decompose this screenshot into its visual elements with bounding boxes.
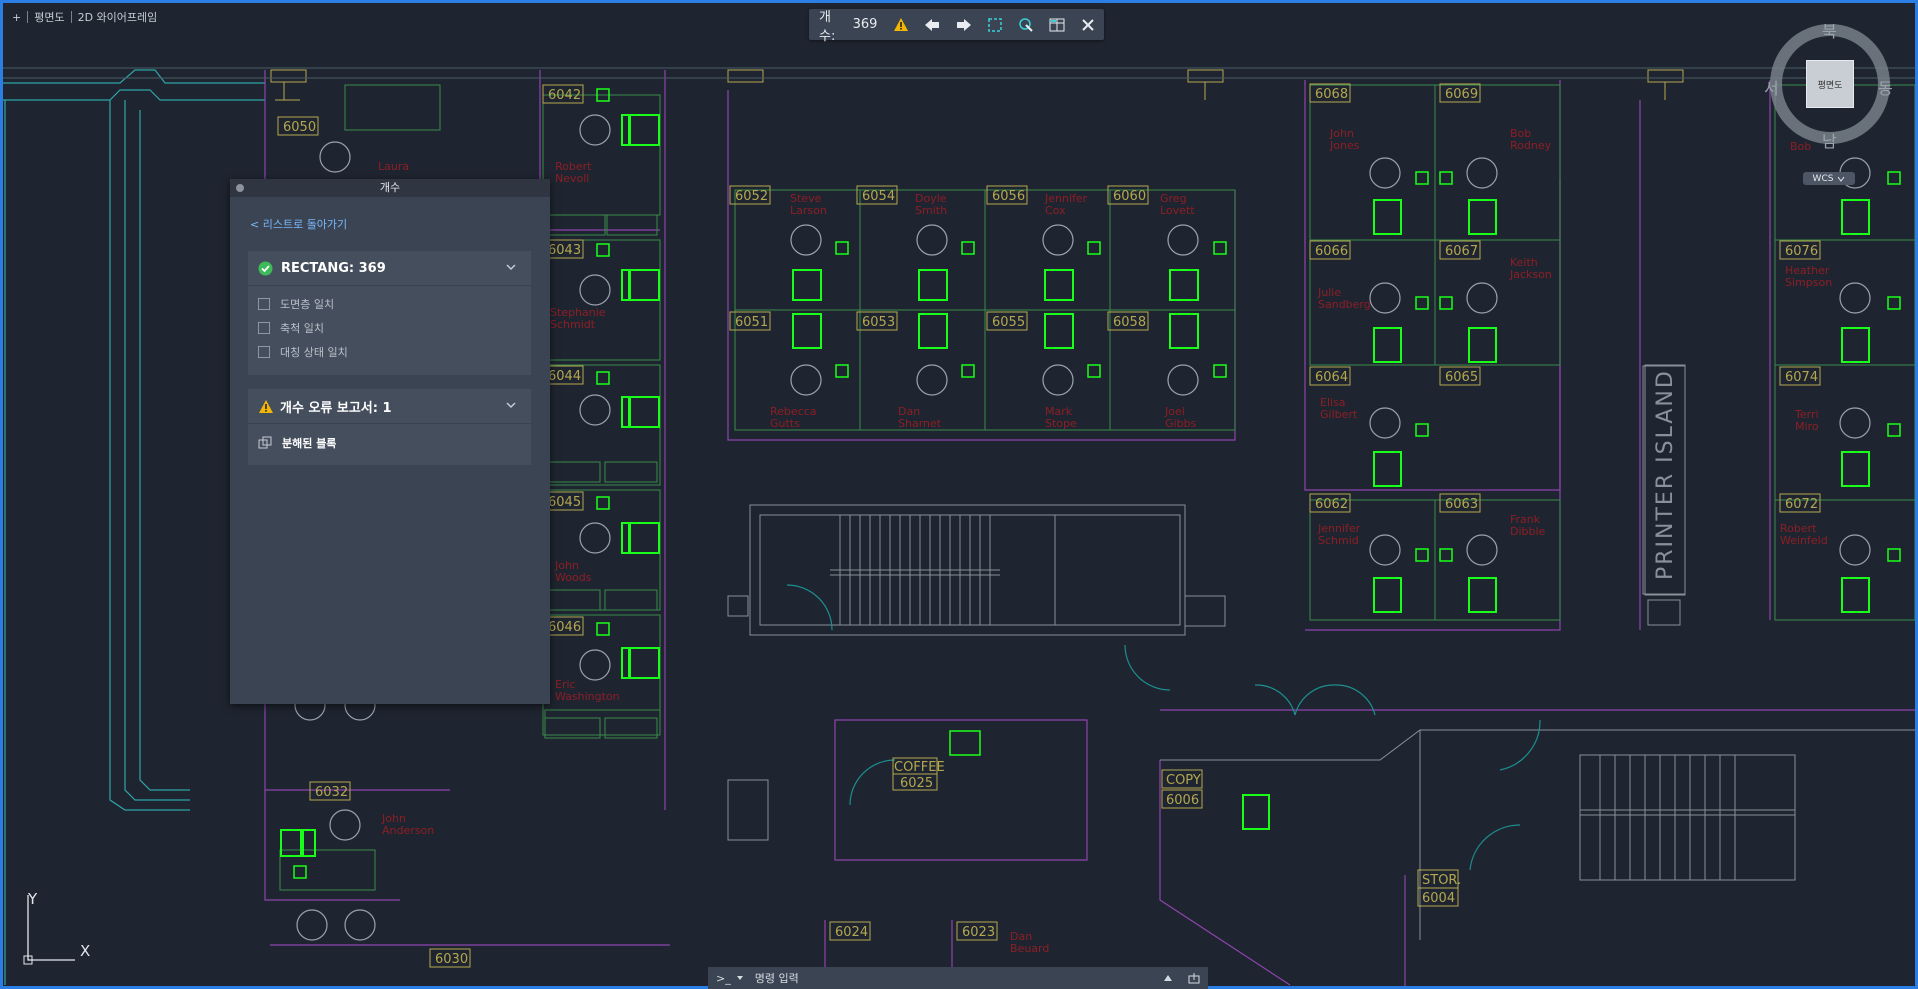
check-circle-icon xyxy=(258,261,273,275)
count-value: 369 xyxy=(852,17,878,32)
block-count-card: RECTANG: 369 도면층 일치 축척 일치 대칭 상태 일치 xyxy=(248,251,531,375)
insert-table-icon[interactable] xyxy=(1042,9,1073,40)
divider xyxy=(248,285,531,286)
exploded-block-icon xyxy=(258,436,272,449)
customize-icon[interactable] xyxy=(1188,972,1200,984)
layer-match-checkbox[interactable]: 도면층 일치 xyxy=(248,292,531,316)
checkbox-label: 도면층 일치 xyxy=(280,298,335,311)
block-count-label: RECTANG: 369 xyxy=(281,260,386,276)
checkbox-label: 축척 일치 xyxy=(280,322,324,335)
viewcube-face[interactable]: 평면도 xyxy=(1806,60,1854,108)
error-report-card: 개수 오류 보고서: 1 분해된 블록 xyxy=(248,389,531,465)
palette-titlebar[interactable]: 개수 xyxy=(230,179,550,197)
back-to-list-link[interactable]: < 리스트로 돌아가기 xyxy=(250,216,347,232)
checkbox[interactable] xyxy=(258,298,270,310)
checkbox[interactable] xyxy=(258,322,270,334)
error-report-header[interactable]: 개수 오류 보고서: 1 xyxy=(248,389,531,423)
checkbox[interactable] xyxy=(258,346,270,358)
palette-handle-icon[interactable] xyxy=(236,184,244,192)
wcs-menu[interactable]: WCS xyxy=(1803,172,1855,185)
warning-icon[interactable] xyxy=(885,9,916,40)
viewport-controls[interactable]: + 평면도 2D 와이어프레임 xyxy=(12,9,157,25)
chevron-down-icon[interactable] xyxy=(505,261,517,273)
divider xyxy=(27,11,29,23)
exploded-block-label: 분해된 블록 xyxy=(282,437,337,450)
divider xyxy=(70,11,72,23)
zoom-extents-icon[interactable] xyxy=(979,9,1010,40)
checkbox-label: 대칭 상태 일치 xyxy=(280,346,348,359)
ucs-icon: Y X xyxy=(20,890,100,974)
command-input[interactable]: 명령 입력 xyxy=(755,970,1164,986)
chevron-down-icon xyxy=(1838,176,1845,182)
chevron-down-icon[interactable] xyxy=(505,399,517,411)
compass-south[interactable]: 남 xyxy=(1822,128,1837,152)
exploded-block-item[interactable]: 분해된 블록 xyxy=(248,424,531,462)
select-objects-icon[interactable] xyxy=(1010,9,1041,40)
count-toolbar: 개수: 369 xyxy=(809,9,1104,44)
viewcube[interactable]: 평면도 북 남 서 동 xyxy=(1764,22,1893,151)
scale-match-checkbox[interactable]: 축척 일치 xyxy=(248,316,531,340)
error-report-label: 개수 오류 보고서: 1 xyxy=(280,400,392,416)
chevron-up-icon[interactable] xyxy=(1164,975,1172,981)
view-name[interactable]: 평면도 xyxy=(34,9,64,25)
compass-east[interactable]: 동 xyxy=(1878,75,1893,99)
command-line[interactable]: >_ 명령 입력 xyxy=(708,967,1208,989)
symmetry-match-checkbox[interactable]: 대칭 상태 일치 xyxy=(248,340,531,364)
count-label: 개수: xyxy=(819,9,836,44)
wcs-label: WCS xyxy=(1812,173,1834,184)
block-count-header[interactable]: RECTANG: 369 xyxy=(248,251,531,285)
warning-icon xyxy=(259,399,273,413)
compass-west[interactable]: 서 xyxy=(1764,75,1779,99)
compass-north[interactable]: 북 xyxy=(1822,18,1837,42)
count-palette: 개수 < 리스트로 돌아가기 RECTANG: 369 도면층 일치 축척 일치… xyxy=(230,179,550,704)
close-icon[interactable] xyxy=(1073,9,1104,40)
previous-arrow-icon[interactable] xyxy=(917,9,948,40)
visual-style[interactable]: 2D 와이어프레임 xyxy=(78,9,158,25)
viewport-menu-button[interactable]: + xyxy=(12,11,21,24)
ucs-y-label: Y xyxy=(28,890,38,908)
command-prompt-icon[interactable]: >_ xyxy=(708,972,737,985)
next-arrow-icon[interactable] xyxy=(948,9,979,40)
ucs-x-label: X xyxy=(80,942,91,960)
palette-title: 개수 xyxy=(379,181,401,194)
chevron-down-icon[interactable] xyxy=(736,976,743,980)
